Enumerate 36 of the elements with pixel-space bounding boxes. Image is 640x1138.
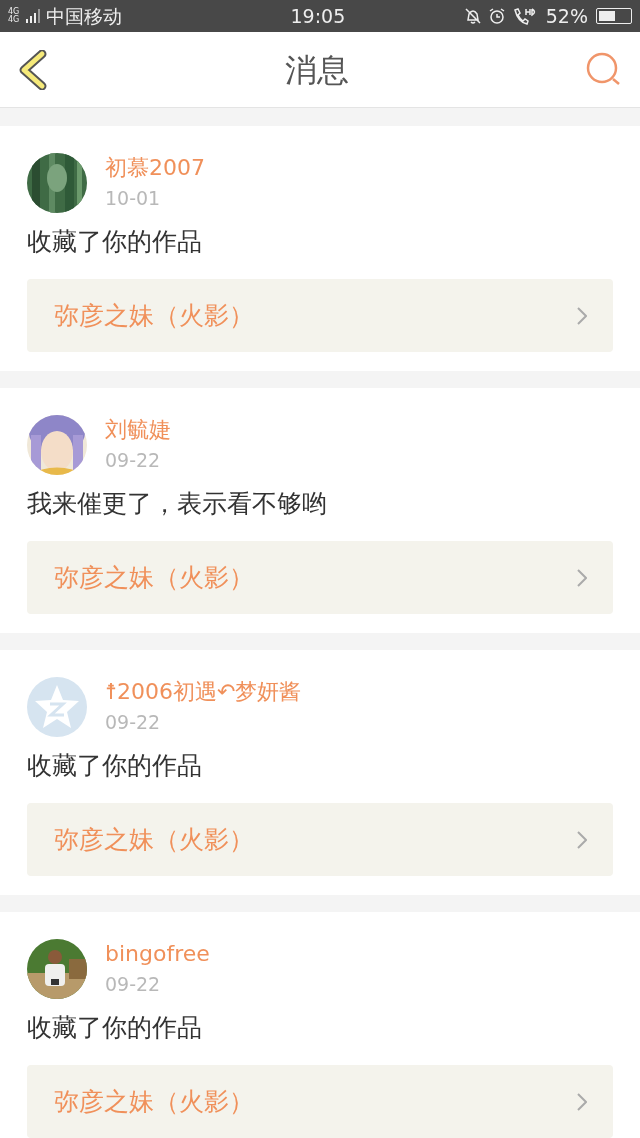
work-title: 弥彦之妹（火影） (54, 1085, 254, 1118)
work-title: 弥彦之妹（火影） (54, 823, 254, 856)
message-text: 我来催更了，表示看不够哟 (27, 488, 328, 520)
star-avatar-icon (27, 677, 87, 737)
hd-call-icon (511, 7, 538, 25)
message-text: 收藏了你的作品 (27, 1012, 203, 1044)
chevron-right-icon (577, 830, 587, 849)
work-link[interactable]: 弥彦之妹（火影） (27, 541, 613, 614)
user-name[interactable]: 初慕2007 (105, 153, 205, 183)
message-date: 09-22 (105, 710, 162, 735)
work-link[interactable]: 弥彦之妹（火影） (27, 1065, 613, 1138)
battery-icon (596, 8, 632, 24)
work-link[interactable]: 弥彦之妹（火影） (27, 279, 613, 352)
alarm-icon (487, 7, 506, 25)
carrier-name: 中国移动 (46, 3, 122, 29)
page-title: 消息 (285, 49, 349, 91)
work-link[interactable]: 弥彦之妹（火影） (27, 803, 613, 876)
message-date: 09-22 (105, 972, 162, 997)
chevron-right-icon (577, 1092, 587, 1111)
chevron-right-icon (577, 306, 587, 325)
clock: 19:05 (289, 3, 346, 29)
signal-icon (26, 9, 42, 23)
mute-bell-icon (463, 7, 482, 25)
chevron-right-icon (577, 568, 587, 587)
message-text: 收藏了你的作品 (27, 226, 203, 258)
message-date: 10-01 (105, 186, 162, 211)
user-name[interactable]: 刘毓婕 (105, 415, 171, 445)
message-date: 09-22 (105, 448, 162, 473)
work-title: 弥彦之妹（火影） (54, 299, 254, 332)
user-name[interactable]: bingofree (105, 939, 210, 969)
work-title: 弥彦之妹（火影） (54, 561, 254, 594)
user-name[interactable]: ☨2006初遇↶梦妍酱 (105, 677, 302, 707)
network-type: 4G 4G (8, 8, 21, 24)
back-icon[interactable] (18, 49, 48, 90)
message-text: 收藏了你的作品 (27, 750, 203, 782)
battery-percent: 52% (545, 3, 588, 29)
